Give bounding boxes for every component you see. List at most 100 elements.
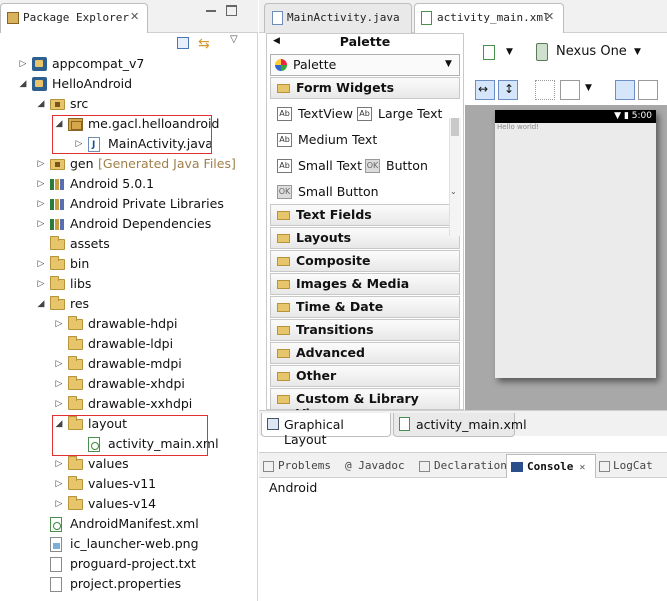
- collapsed-twisty-icon[interactable]: ▷: [54, 394, 64, 414]
- tree-item[interactable]: ▷ Android 5.0.1: [0, 174, 258, 194]
- tab-logcat[interactable]: LogCat: [599, 454, 667, 478]
- tree-item[interactable]: assets: [0, 234, 258, 254]
- palette-category[interactable]: Advanced: [270, 342, 460, 364]
- tree-item[interactable]: ▷ gen [Generated Java Files]: [0, 154, 258, 174]
- palette-category[interactable]: Images & Media: [270, 273, 460, 295]
- chevron-down-icon[interactable]: ▼: [585, 83, 592, 93]
- tab-console[interactable]: Console ✕: [506, 454, 596, 478]
- palette-category[interactable]: Text Fields: [270, 204, 460, 226]
- button-widget-icon: OK: [277, 185, 292, 199]
- tree-item[interactable]: ▷ drawable-xhdpi: [0, 374, 258, 394]
- tree-item[interactable]: ▷ Android Dependencies: [0, 214, 258, 234]
- collapsed-twisty-icon[interactable]: ▷: [54, 314, 64, 334]
- scroll-down-icon[interactable]: ⌄: [450, 187, 457, 196]
- collapsed-twisty-icon[interactable]: ▷: [54, 354, 64, 374]
- tab-graphical-layout[interactable]: Graphical Layout: [261, 413, 391, 447]
- tree-item[interactable]: ▷ values-v11: [0, 474, 258, 494]
- tree-item[interactable]: AndroidManifest.xml: [0, 514, 258, 534]
- package-explorer-tab[interactable]: Package Explorer ✕: [0, 3, 148, 33]
- palette-category-label: Time & Date: [296, 299, 384, 314]
- palette-selector[interactable]: Palette ▼: [270, 54, 460, 76]
- tree-item[interactable]: ◢ src: [0, 94, 258, 114]
- layout-toolbar: ▼ Nexus One ▼ ↔ ↕ ▼: [465, 33, 667, 105]
- tree-item[interactable]: proguard-project.txt: [0, 554, 258, 574]
- device-preview[interactable]: ▼ ▮ 5:00 Hello world!: [495, 110, 656, 378]
- library-icon: [50, 199, 66, 210]
- palette-category[interactable]: Time & Date: [270, 296, 460, 318]
- tree-item[interactable]: ▷ values-v14: [0, 494, 258, 514]
- palette-category[interactable]: Transitions: [270, 319, 460, 341]
- collapsed-twisty-icon[interactable]: ▷: [54, 454, 64, 474]
- minimize-icon[interactable]: [206, 10, 216, 12]
- collapsed-twisty-icon[interactable]: ▷: [36, 174, 46, 194]
- collapsed-twisty-icon[interactable]: ▷: [36, 254, 46, 274]
- tree-item[interactable]: project.properties: [0, 574, 258, 594]
- tree-item-label: bin: [70, 256, 90, 271]
- hello-textview[interactable]: Hello world!: [497, 123, 539, 131]
- orientation-button[interactable]: [615, 80, 635, 100]
- console-text: Android: [269, 480, 318, 495]
- close-icon[interactable]: ✕: [130, 10, 139, 23]
- tab-xml-source[interactable]: activity_main.xml: [393, 413, 527, 437]
- collapsed-twisty-icon[interactable]: ▷: [36, 214, 46, 234]
- palette-category[interactable]: Other: [270, 365, 460, 387]
- collapsed-twisty-icon[interactable]: ▷: [18, 54, 28, 74]
- tree-item[interactable]: ◢ res: [0, 294, 258, 314]
- palette-scroll-thumb[interactable]: [451, 118, 459, 136]
- fill-height-button[interactable]: ↕: [498, 80, 518, 100]
- link-with-editor-icon[interactable]: ⇆: [198, 36, 210, 52]
- editor-tab-activity-main[interactable]: activity_main.xml ✕: [414, 3, 564, 33]
- chevron-down-icon[interactable]: ▼: [506, 47, 513, 57]
- expanded-twisty-icon[interactable]: ◢: [18, 74, 28, 94]
- expanded-twisty-icon[interactable]: ◢: [36, 294, 46, 314]
- palette-category[interactable]: Composite: [270, 250, 460, 272]
- tree-item[interactable]: ▷ appcompat_v7: [0, 54, 258, 74]
- tree-item[interactable]: ▷ libs: [0, 274, 258, 294]
- zoom-fit-button[interactable]: [560, 80, 580, 100]
- layout-refresh-button[interactable]: [638, 80, 658, 100]
- grid-toggle-button[interactable]: [535, 80, 555, 100]
- palette-category[interactable]: Custom & Library Views: [270, 388, 460, 421]
- tree-item-label: Android Dependencies: [70, 216, 212, 231]
- maximize-icon[interactable]: [226, 5, 237, 16]
- expanded-twisty-icon[interactable]: ◢: [36, 94, 46, 114]
- tab-problems[interactable]: Problems: [263, 454, 341, 478]
- library-icon: [50, 179, 66, 190]
- tab-declaration[interactable]: Declaration: [419, 454, 507, 478]
- device-selector[interactable]: Nexus One: [556, 44, 627, 59]
- tree-item[interactable]: ◢ HelloAndroid: [0, 74, 258, 94]
- collapse-all-icon[interactable]: [177, 37, 189, 49]
- tree-item[interactable]: ▷ drawable-hdpi: [0, 314, 258, 334]
- collapsed-twisty-icon[interactable]: ▷: [36, 154, 46, 174]
- chevron-down-icon[interactable]: ▼: [634, 47, 641, 57]
- tree-item[interactable]: ▷ drawable-mdpi: [0, 354, 258, 374]
- tab-label: LogCat: [613, 459, 653, 472]
- tree-item[interactable]: ▷ values: [0, 454, 258, 474]
- tree-item[interactable]: ▷ Android Private Libraries: [0, 194, 258, 214]
- problems-icon: [263, 460, 274, 472]
- collapsed-twisty-icon[interactable]: ▷: [36, 194, 46, 214]
- fill-width-button[interactable]: ↔: [475, 80, 495, 100]
- palette-category[interactable]: Form Widgets: [270, 77, 460, 99]
- editor-tab-mainactivity[interactable]: MainActivity.java: [264, 3, 412, 33]
- folder-icon: [50, 236, 65, 250]
- collapse-palette-icon[interactable]: ◀: [273, 36, 280, 46]
- tree-item[interactable]: ▷ drawable-xxhdpi: [0, 394, 258, 414]
- tree-item-label: values: [88, 456, 129, 471]
- tab-javadoc[interactable]: @ Javadoc: [345, 454, 419, 478]
- collapsed-twisty-icon[interactable]: ▷: [54, 374, 64, 394]
- close-icon[interactable]: ✕: [545, 10, 554, 23]
- layout-file-icon[interactable]: [483, 45, 495, 60]
- console-output[interactable]: Android: [259, 478, 667, 601]
- tree-item[interactable]: ic_launcher-web.png: [0, 534, 258, 554]
- tree-item[interactable]: ▷ bin: [0, 254, 258, 274]
- collapsed-twisty-icon[interactable]: ▷: [36, 274, 46, 294]
- palette-category[interactable]: Layouts: [270, 227, 460, 249]
- view-menu-icon[interactable]: ▽: [230, 34, 238, 45]
- collapsed-twisty-icon[interactable]: ▷: [54, 474, 64, 494]
- tree-item[interactable]: drawable-ldpi: [0, 334, 258, 354]
- folder-icon: [277, 257, 290, 266]
- palette-category-label: Images & Media: [296, 276, 410, 291]
- close-icon[interactable]: ✕: [579, 462, 585, 473]
- collapsed-twisty-icon[interactable]: ▷: [54, 494, 64, 514]
